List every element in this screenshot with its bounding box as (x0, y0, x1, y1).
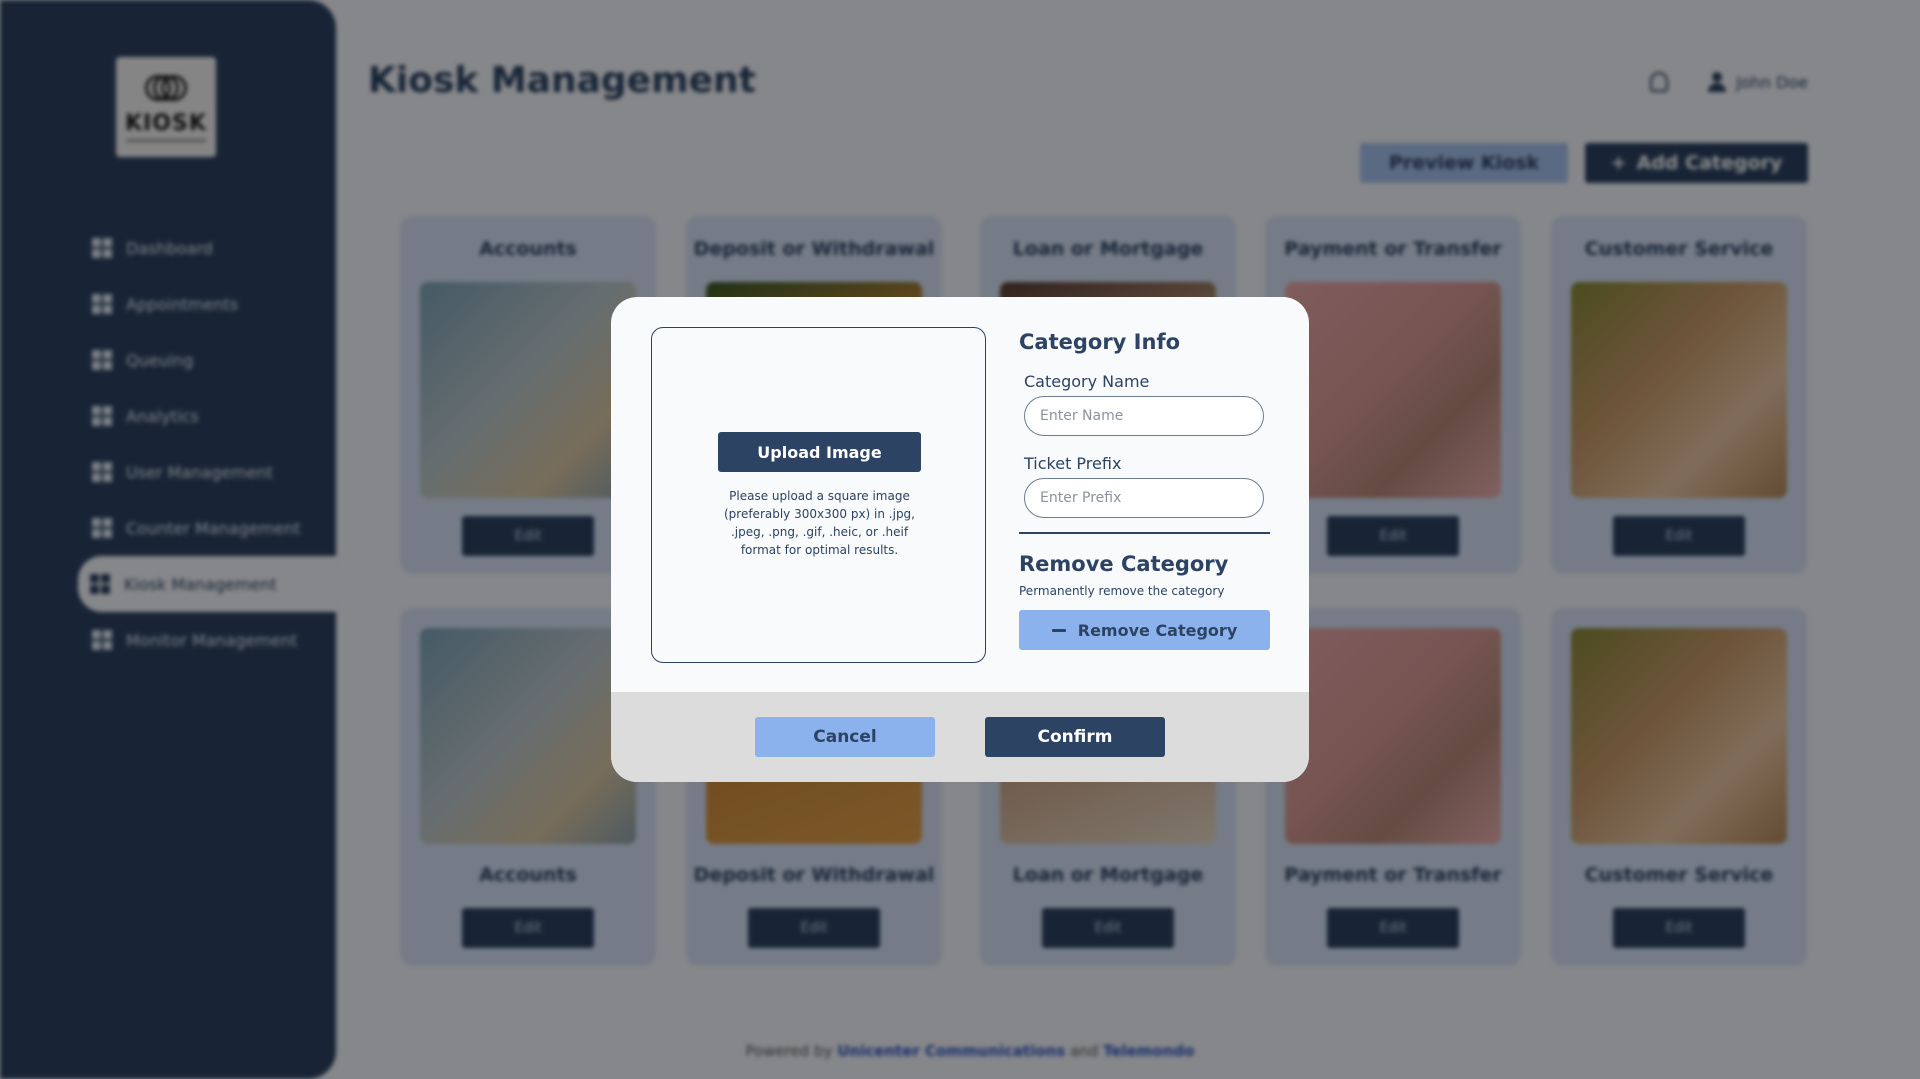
category-name-label: Category Name (1024, 372, 1150, 391)
category-modal: Upload Image Please upload a square imag… (611, 297, 1309, 782)
upload-image-button[interactable]: Upload Image (718, 432, 921, 472)
image-dropzone[interactable]: Upload Image Please upload a square imag… (651, 327, 986, 663)
category-name-input[interactable] (1024, 396, 1264, 436)
ticket-prefix-input[interactable] (1024, 478, 1264, 518)
ticket-prefix-label: Ticket Prefix (1024, 454, 1122, 473)
remove-category-subtitle: Permanently remove the category (1019, 584, 1225, 598)
category-info-title: Category Info (1019, 330, 1181, 354)
remove-category-button[interactable]: Remove Category (1019, 610, 1270, 650)
modal-footer: Cancel Confirm (611, 692, 1309, 782)
remove-category-title: Remove Category (1019, 552, 1229, 576)
minus-icon (1051, 628, 1066, 632)
upload-help-text: Please upload a square image (preferably… (723, 489, 915, 557)
remove-category-label: Remove Category (1077, 620, 1238, 640)
confirm-button[interactable]: Confirm (985, 717, 1165, 757)
cancel-button[interactable]: Cancel (755, 717, 935, 757)
category-info-panel: Category Info Category Name Ticket Prefi… (1019, 327, 1270, 650)
divider (1019, 532, 1270, 534)
